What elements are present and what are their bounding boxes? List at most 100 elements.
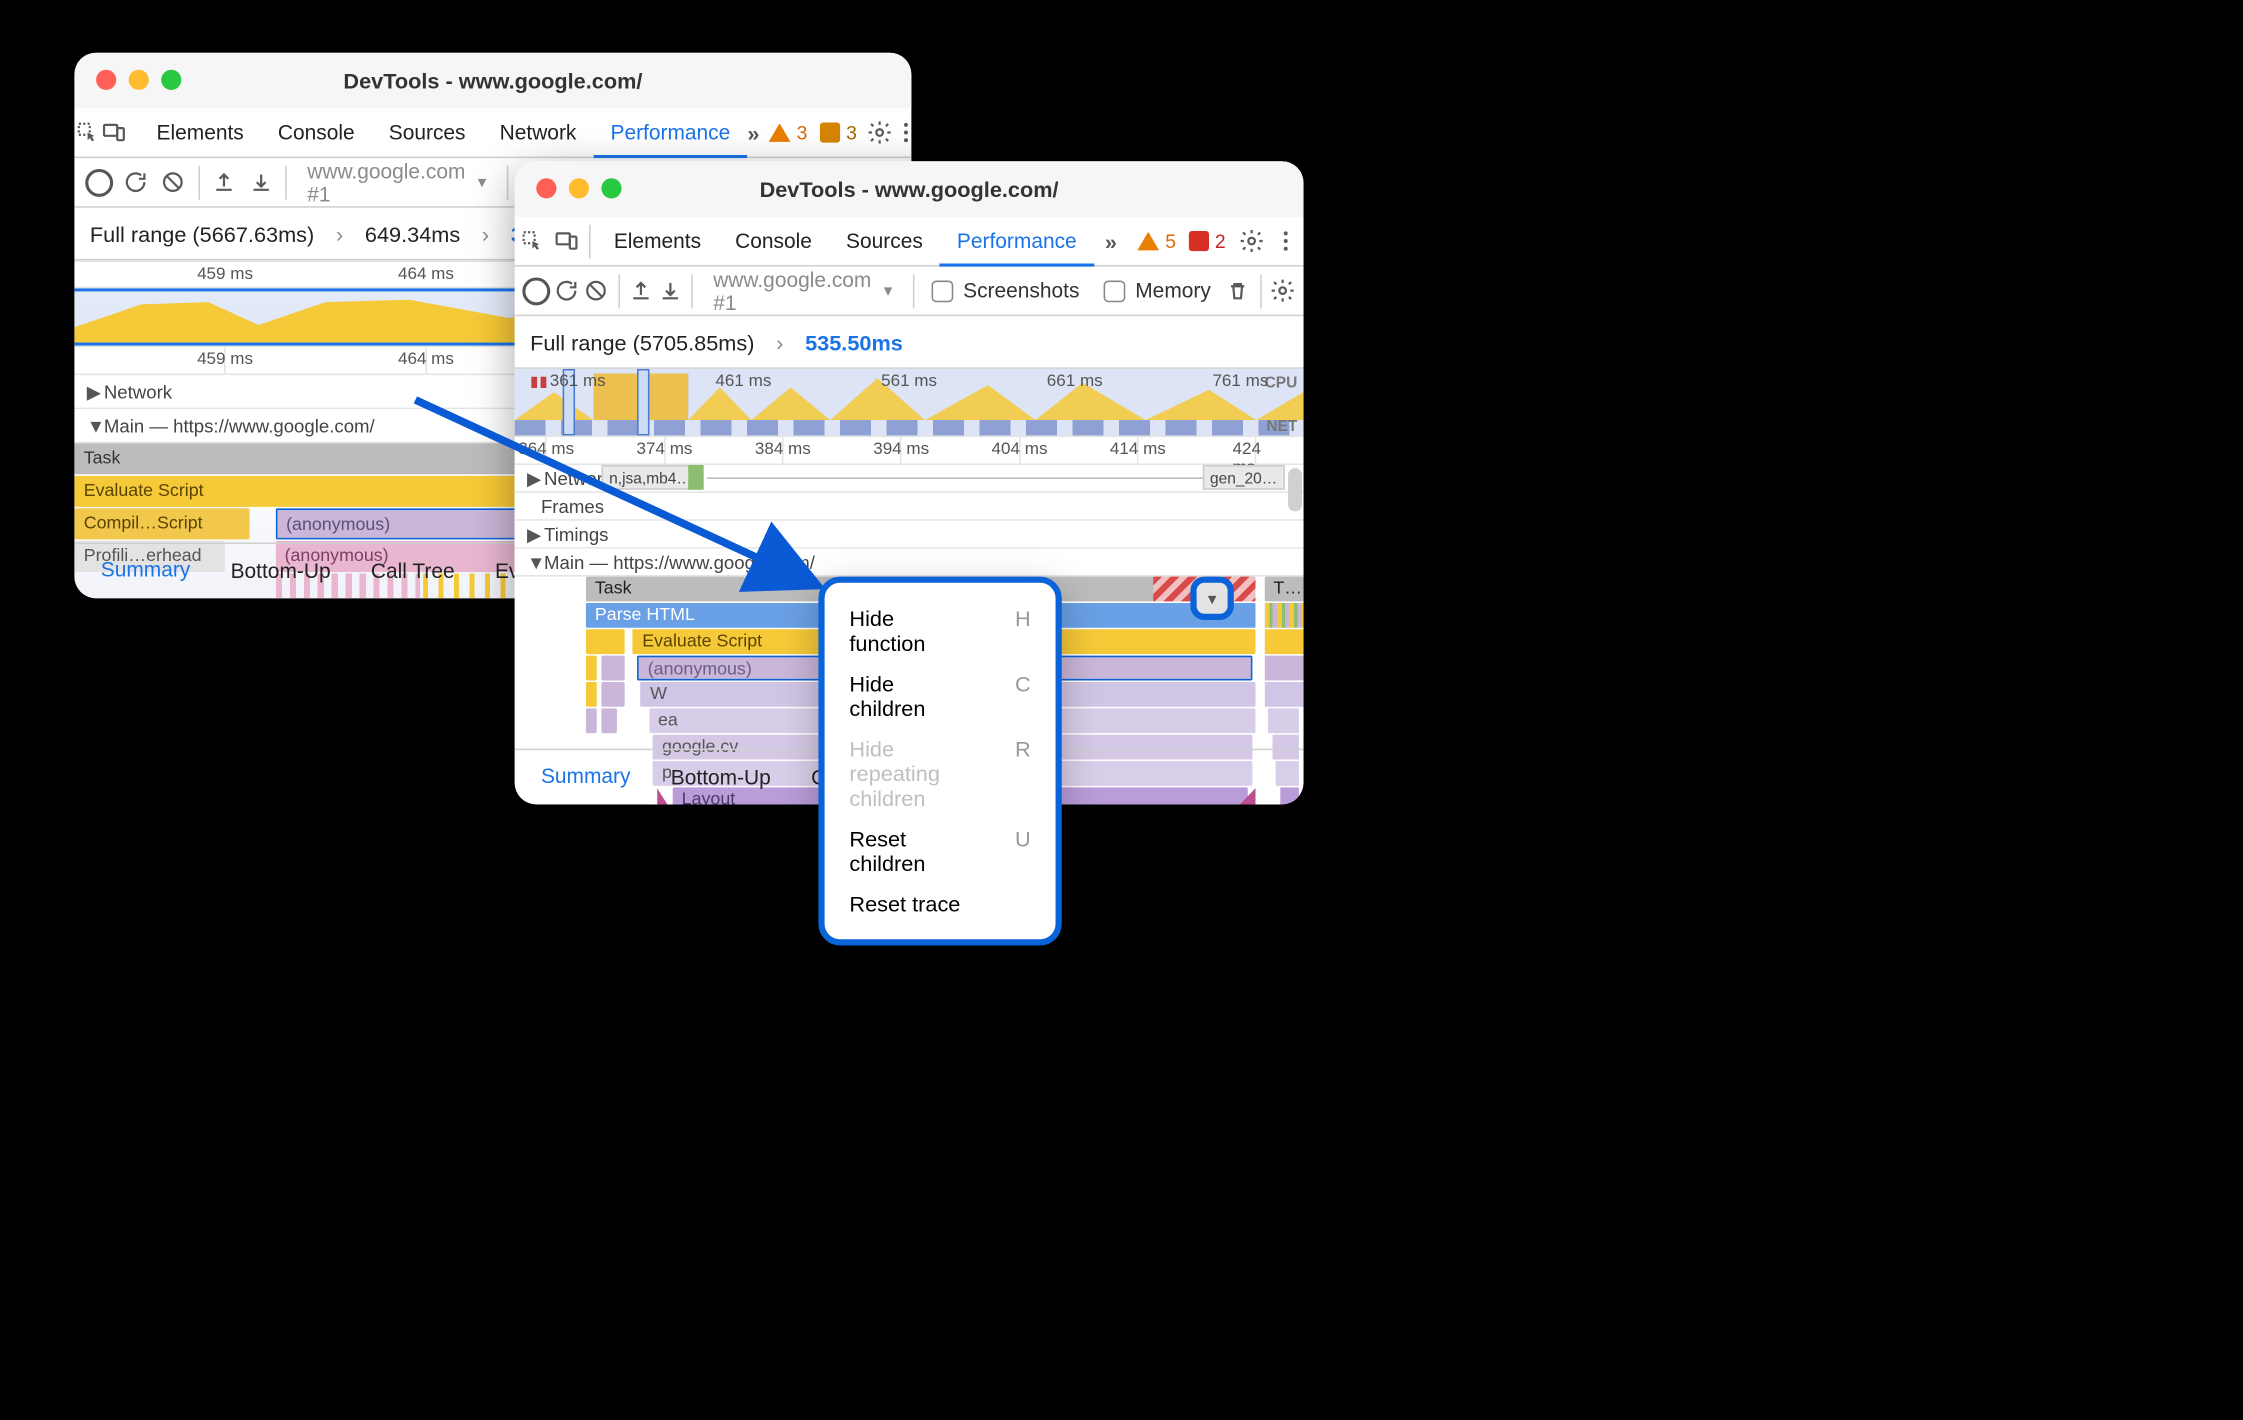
flame-misc[interactable]	[1268, 708, 1300, 733]
flame-misc[interactable]	[601, 656, 625, 681]
maximize-dot-icon[interactable]	[161, 70, 181, 90]
error-count: 2	[1215, 230, 1226, 252]
minimize-dot-icon[interactable]	[129, 70, 149, 90]
time-breadcrumbs: Full range (5705.85ms) › 535.50ms	[515, 316, 1304, 369]
flame-task-short[interactable]: T…	[1264, 577, 1303, 602]
tab-sources[interactable]: Sources	[829, 218, 940, 265]
memory-label: Memory	[1135, 279, 1211, 302]
chevron-right-icon: ›	[336, 221, 343, 246]
menu-item-hide-children[interactable]: Hide children C	[825, 663, 1056, 728]
menu-item-hide-repeating-children: Hide repeating children R	[825, 729, 1056, 819]
clear-button[interactable]	[581, 267, 611, 314]
warning-chip[interactable]: 3	[769, 122, 808, 144]
menu-item-label: Hide function	[849, 606, 968, 656]
tick-label: 414 ms	[1110, 440, 1166, 459]
flame-misc[interactable]	[601, 708, 617, 733]
flame-misc[interactable]	[1264, 682, 1303, 707]
flame-misc[interactable]	[586, 656, 598, 681]
separator	[913, 274, 914, 308]
tab-console[interactable]: Console	[261, 109, 372, 156]
reload-button[interactable]	[118, 159, 155, 206]
tab-elements[interactable]: Elements	[140, 109, 261, 156]
error-chip[interactable]: 2	[1188, 230, 1225, 252]
menu-item-label: Hide repeating children	[849, 736, 968, 810]
warning-count: 5	[1165, 230, 1176, 252]
breadcrumb-active[interactable]: 535.50ms	[805, 329, 903, 354]
memory-checkbox[interactable]: Memory	[1092, 279, 1223, 302]
tab-network[interactable]: Network	[483, 109, 594, 156]
more-tabs-icon[interactable]: »	[747, 109, 759, 156]
flame-misc[interactable]	[586, 629, 625, 654]
more-tabs-icon[interactable]: »	[1094, 218, 1128, 265]
tab-summary[interactable]: Summary	[521, 748, 651, 805]
entry-options-button[interactable]: ▾	[1190, 577, 1233, 620]
checkbox-icon	[932, 280, 954, 302]
separator	[589, 224, 590, 258]
minimize-dot-icon[interactable]	[569, 178, 589, 198]
menu-item-reset-children[interactable]: Reset childrenU	[825, 818, 1056, 883]
inspect-element-icon[interactable]	[74, 109, 100, 156]
reload-button[interactable]	[551, 267, 581, 314]
menu-shortcut: R	[1015, 736, 1031, 810]
menu-item-hide-function[interactable]: Hide functionH	[825, 598, 1056, 663]
flame-misc[interactable]	[1264, 629, 1303, 654]
tab-console[interactable]: Console	[718, 218, 829, 265]
tab-bottom-up[interactable]: Bottom-Up	[651, 749, 791, 804]
close-dot-icon[interactable]	[96, 70, 116, 90]
flame-compile-script[interactable]: Compil…Script	[74, 508, 250, 539]
settings-gear-icon[interactable]	[1235, 218, 1269, 265]
close-dot-icon[interactable]	[536, 178, 556, 198]
tab-performance[interactable]: Performance	[940, 216, 1094, 266]
flame-misc[interactable]	[1264, 603, 1303, 628]
scrollbar[interactable]	[1288, 468, 1302, 511]
chevron-down-icon: ▾	[465, 172, 486, 192]
upload-button[interactable]	[625, 267, 655, 314]
settings-gear-icon[interactable]	[1267, 267, 1297, 314]
kebab-menu-icon[interactable]	[893, 109, 912, 156]
status-counters[interactable]: 5 2	[1137, 230, 1225, 252]
download-button[interactable]	[656, 267, 686, 314]
collect-garbage-icon[interactable]	[1223, 267, 1253, 314]
status-counters[interactable]: 3 3	[769, 122, 857, 144]
download-button[interactable]	[243, 159, 280, 206]
settings-gear-icon[interactable]	[866, 109, 892, 156]
breadcrumb-full[interactable]: Full range (5705.85ms)	[530, 329, 754, 354]
upload-button[interactable]	[205, 159, 242, 206]
trace-selector[interactable]: www.google.com #1▾	[293, 162, 500, 202]
tab-bottom-up[interactable]: Bottom-Up	[210, 543, 350, 598]
device-toggle-icon[interactable]	[549, 218, 583, 265]
devtools-tabs: Elements Console Sources Performance » 5…	[515, 217, 1304, 267]
flame-misc[interactable]	[586, 708, 598, 733]
menu-item-label: Hide children	[849, 671, 968, 721]
issue-chip[interactable]: 3	[820, 122, 857, 144]
tab-performance[interactable]: Performance	[593, 108, 747, 158]
traffic-lights[interactable]	[96, 70, 181, 90]
traffic-lights[interactable]	[536, 178, 621, 198]
flame-misc[interactable]	[586, 682, 598, 707]
menu-shortcut: C	[1015, 671, 1031, 721]
screenshots-label: Screenshots	[963, 279, 1079, 302]
inspect-element-icon[interactable]	[515, 218, 549, 265]
breadcrumb-mid[interactable]: 649.34ms	[365, 221, 460, 246]
menu-shortcut: U	[1015, 826, 1031, 876]
network-request-chip[interactable]: gen_20…	[1202, 465, 1285, 490]
screenshots-checkbox[interactable]: Screenshots	[920, 279, 1092, 302]
kebab-menu-icon[interactable]	[1269, 218, 1303, 265]
trace-selector[interactable]: www.google.com #1▾	[699, 270, 906, 310]
maximize-dot-icon[interactable]	[601, 178, 621, 198]
trace-selector-label: www.google.com #1	[713, 267, 871, 314]
flame-misc[interactable]	[601, 682, 625, 707]
tab-elements[interactable]: Elements	[597, 218, 718, 265]
record-button[interactable]	[81, 159, 118, 206]
breadcrumb-full[interactable]: Full range (5667.63ms)	[90, 221, 314, 246]
tab-sources[interactable]: Sources	[372, 109, 483, 156]
context-menu: Hide functionH Hide children C Hide repea…	[818, 577, 1061, 946]
menu-item-reset-trace[interactable]: Reset trace	[825, 884, 1056, 924]
tab-summary[interactable]: Summary	[81, 542, 211, 599]
flame-misc[interactable]	[1264, 656, 1303, 681]
clear-button[interactable]	[155, 159, 192, 206]
net-label: NET	[1266, 419, 1297, 436]
record-button[interactable]	[521, 267, 551, 314]
device-toggle-icon[interactable]	[101, 109, 127, 156]
warning-chip[interactable]: 5	[1137, 230, 1176, 252]
